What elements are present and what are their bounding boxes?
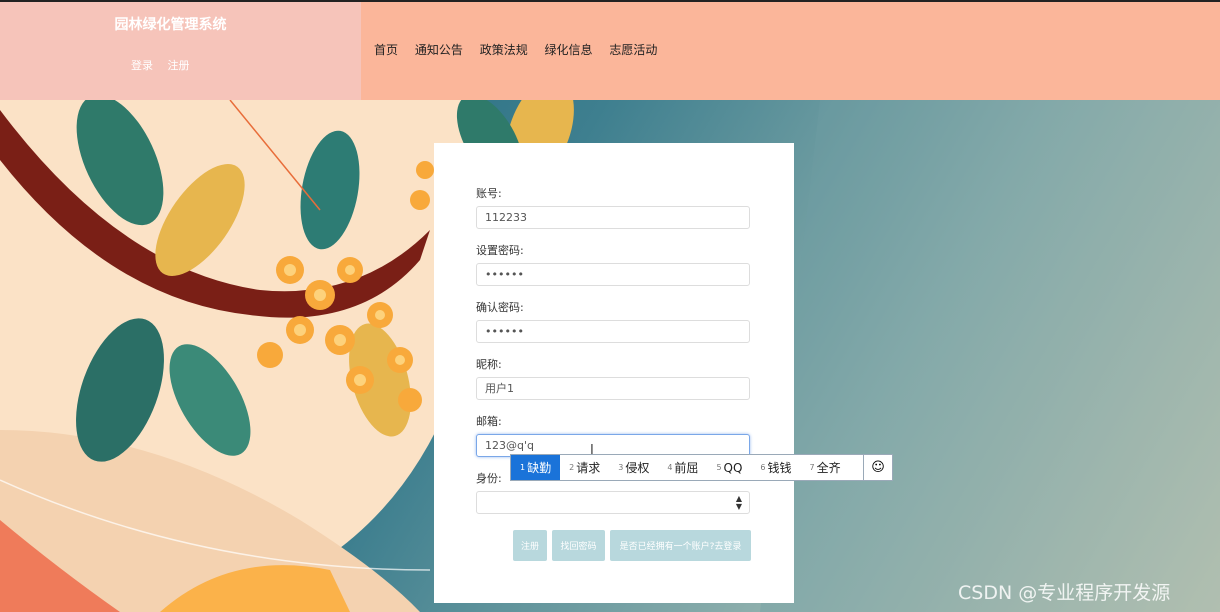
- candidate-number: 3: [618, 463, 624, 472]
- account-input[interactable]: 112233: [476, 206, 750, 229]
- candidate-text: 全齐: [816, 461, 841, 475]
- candidate-number: 1: [520, 463, 526, 472]
- identity-label: 身份:: [476, 472, 502, 485]
- candidate-text: 钱钱: [767, 461, 792, 475]
- ime-candidate[interactable]: 3 侵权: [609, 455, 658, 480]
- recover-password-button[interactable]: 找回密码: [552, 530, 605, 561]
- candidate-text: 侵权: [625, 461, 650, 475]
- ime-candidate[interactable]: 7 全齐: [801, 455, 850, 480]
- auth-links: 登录 注册: [131, 57, 201, 73]
- candidate-text: 缺勤: [527, 461, 552, 475]
- candidate-number: 5: [716, 463, 722, 472]
- nickname-label: 昵称:: [476, 358, 502, 371]
- register-form-card: 账号: 112233 设置密码: •••••• 确认密码: •••••• 昵称:…: [434, 143, 794, 603]
- candidate-number: 7: [809, 463, 815, 472]
- go-login-button[interactable]: 是否已经拥有一个账户?去登录: [610, 530, 751, 561]
- ime-candidate[interactable]: 4 前屈: [658, 455, 707, 480]
- main-nav: 首页 通知公告 政策法规 绿化信息 志愿活动: [374, 41, 670, 58]
- register-button[interactable]: 注册: [513, 530, 547, 561]
- nav-item-notices[interactable]: 通知公告: [415, 43, 463, 57]
- nav-item-home[interactable]: 首页: [374, 43, 398, 57]
- candidate-text: 请求: [576, 461, 601, 475]
- ime-candidate[interactable]: 5 QQ: [707, 455, 751, 480]
- register-link[interactable]: 注册: [168, 59, 190, 72]
- candidate-number: 2: [569, 463, 575, 472]
- ime-candidate[interactable]: 2 请求: [560, 455, 609, 480]
- ime-candidate-bar: 1 缺勤 2 请求 3 侵权 4 前屈 5 QQ 6 钱钱 7 全齐 ☺: [510, 454, 893, 481]
- site-title: 园林绿化管理系统: [114, 17, 227, 33]
- account-label: 账号:: [476, 187, 502, 200]
- password-input[interactable]: ••••••: [476, 263, 750, 286]
- confirm-password-label: 确认密码:: [476, 301, 524, 314]
- ime-candidate[interactable]: 1 缺勤: [511, 455, 561, 480]
- candidate-text: QQ: [723, 460, 743, 475]
- ime-candidate[interactable]: 6 钱钱: [751, 455, 800, 480]
- watermark: CSDN @专业程序开发源: [958, 582, 1171, 604]
- header-nav-area: 首页 通知公告 政策法规 绿化信息 志愿活动: [361, 2, 1220, 100]
- candidate-number: 6: [760, 463, 766, 472]
- nav-item-policies[interactable]: 政策法规: [480, 43, 528, 57]
- select-arrows-icon: ▲ ▼: [735, 494, 742, 511]
- identity-select[interactable]: ▲ ▼: [476, 491, 750, 514]
- header-brand-area: 园林绿化管理系统 登录 注册: [0, 2, 361, 100]
- password-label: 设置密码:: [476, 244, 524, 257]
- nickname-input[interactable]: 用户1: [476, 377, 750, 400]
- nav-item-volunteer[interactable]: 志愿活动: [609, 43, 657, 57]
- nav-item-greening-info[interactable]: 绿化信息: [545, 43, 593, 57]
- candidate-number: 4: [667, 463, 673, 472]
- confirm-password-input[interactable]: ••••••: [476, 320, 750, 343]
- email-label: 邮箱:: [476, 415, 502, 428]
- emoji-icon[interactable]: ☺: [863, 455, 892, 480]
- login-link[interactable]: 登录: [131, 59, 153, 72]
- candidate-text: 前屈: [674, 461, 699, 475]
